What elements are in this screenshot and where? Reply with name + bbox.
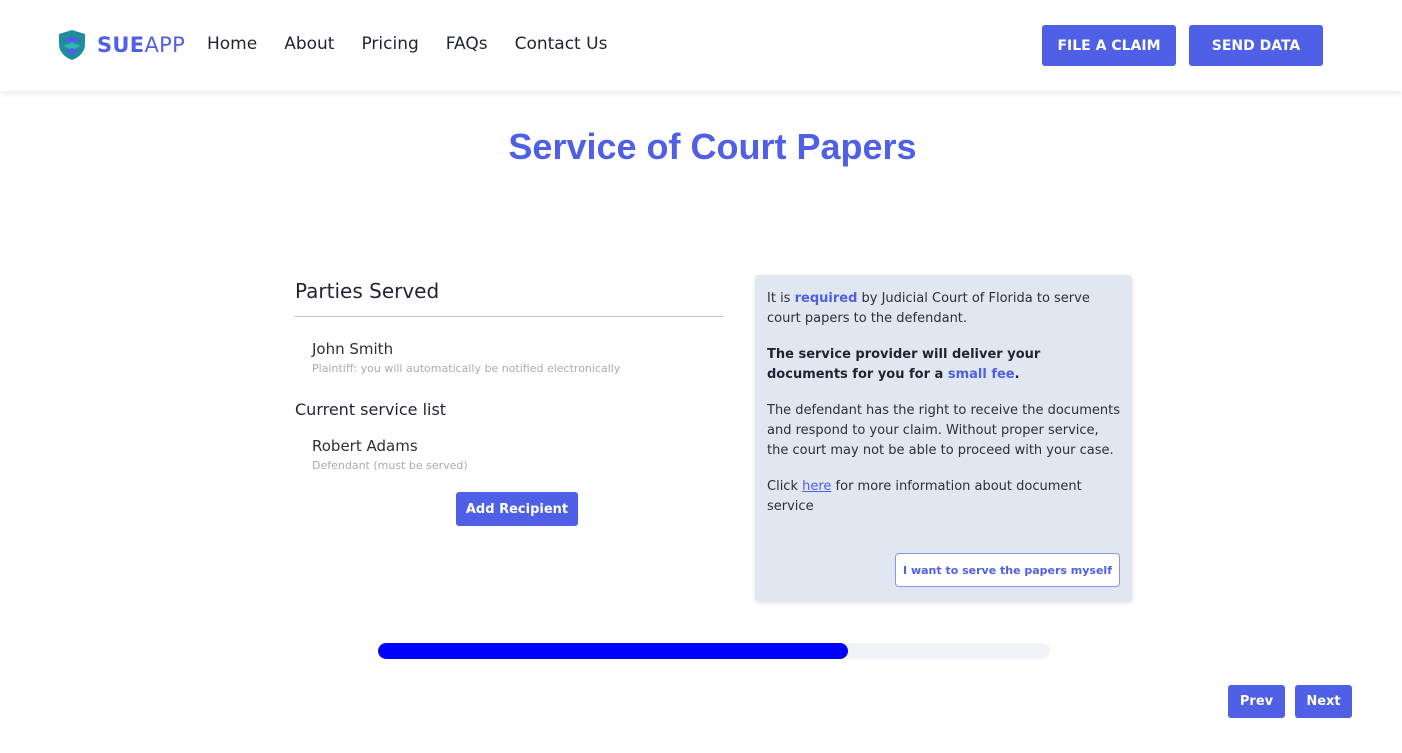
top-header: SUEAPP Home About Pricing FAQs Contact U… [0,0,1402,91]
send-data-button[interactable]: SEND DATA [1189,25,1323,66]
next-button[interactable]: Next [1295,685,1352,718]
info-p4-pre: Click [767,479,803,494]
logo-light-text: APP [144,33,186,57]
defendant-name: Robert Adams [312,437,418,455]
app-logo[interactable]: SUEAPP [57,29,185,61]
info-more-text: Click here for more information about do… [767,477,1120,517]
page-title: Service of Court Papers [508,126,917,167]
nav-faqs[interactable]: FAQs [446,34,488,54]
parties-served-heading: Parties Served [295,279,440,303]
info-rights-text: The defendant has the right to receive t… [767,403,1120,458]
defendant-note: Defendant (must be served) [312,459,468,472]
plaintiff-name: John Smith [312,340,394,358]
main-nav: Home About Pricing FAQs Contact Us [207,34,634,54]
nav-home[interactable]: Home [207,34,257,54]
shield-icon [59,30,85,60]
info-here-link[interactable]: here [802,479,831,494]
info-requirement-text: It is required by Judicial Court of Flor… [767,289,1120,329]
info-small-fee-highlight: small fee [947,367,1015,382]
info-p2-post: . [1014,367,1020,382]
prev-button[interactable]: Prev [1228,685,1285,718]
nav-contact-us[interactable]: Contact Us [515,34,608,54]
info-p1-pre: It is [767,291,795,306]
plaintiff-note: Plaintiff: you will automatically be not… [312,362,621,375]
info-required-highlight: required [794,291,858,306]
add-recipient-button[interactable]: Add Recipient [456,492,578,526]
divider [294,316,724,317]
nav-pricing[interactable]: Pricing [361,34,418,54]
service-info-panel: It is required by Judicial Court of Flor… [755,275,1132,601]
service-list-heading: Current service list [295,400,447,419]
info-fee-text: The service provider will deliver your d… [767,345,1120,385]
progress-fill [378,643,849,659]
file-claim-button[interactable]: FILE A CLAIM [1042,25,1176,66]
logo-bold-text: SUE [97,33,145,57]
logo-text: SUEAPP [97,33,185,57]
progress-bar [378,643,1050,659]
nav-about[interactable]: About [284,34,334,54]
serve-myself-button[interactable]: I want to serve the papers myself [895,553,1120,587]
